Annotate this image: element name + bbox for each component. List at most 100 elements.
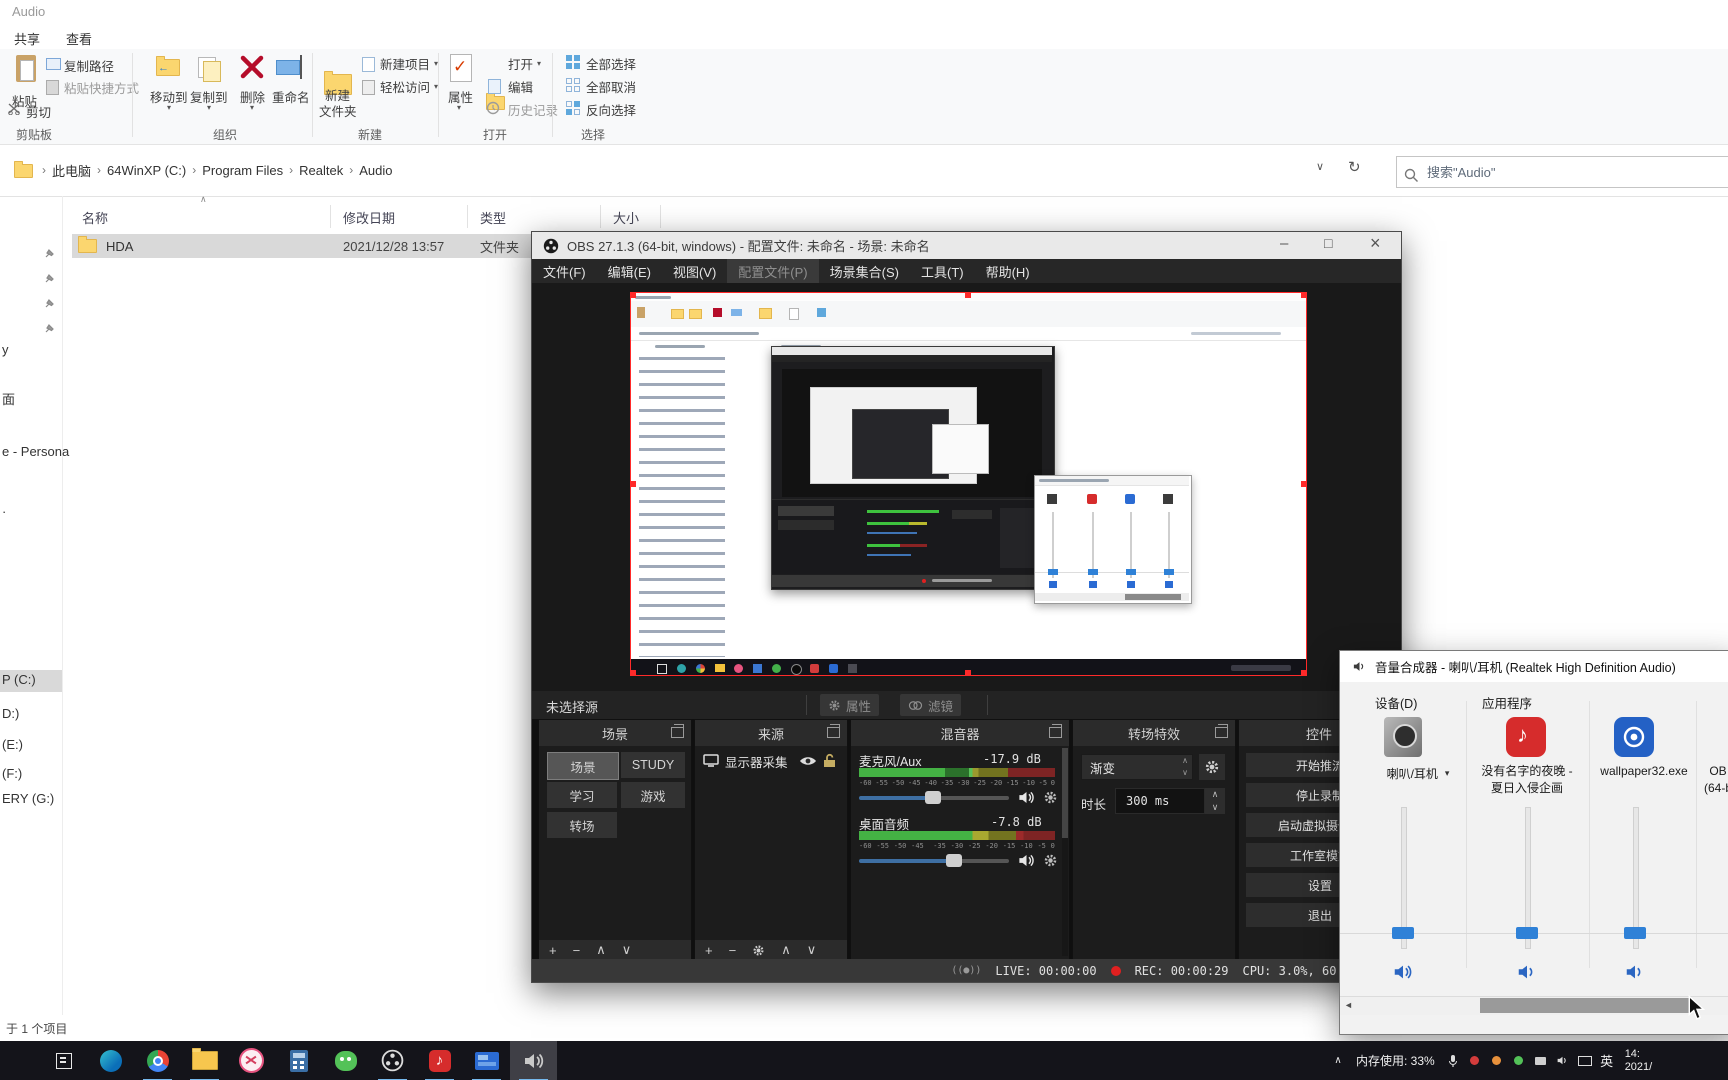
breadcrumb-realtek[interactable]: Realtek: [295, 163, 347, 178]
mixer-ch2-speaker-icon[interactable]: [1017, 851, 1036, 870]
wallpaper-engine-icon[interactable]: [463, 1041, 510, 1080]
scene-button[interactable]: 游戏: [621, 782, 685, 808]
source-row[interactable]: 显示器采集: [695, 748, 845, 774]
source-down-button[interactable]: ∨: [807, 942, 817, 958]
calculator-icon[interactable]: [275, 1041, 322, 1080]
tray-ime-indicator[interactable]: 英: [1597, 1053, 1617, 1069]
breadcrumb-program-files[interactable]: Program Files: [198, 163, 287, 178]
duration-input[interactable]: 300 ms: [1115, 788, 1205, 814]
tray-memory-usage[interactable]: 内存使用: 33%: [1356, 1052, 1435, 1069]
mixer-ch2-slider[interactable]: [859, 859, 1009, 863]
vm-scrollbar[interactable]: ◄: [1340, 996, 1728, 1015]
tray-keyboard-icon[interactable]: [1575, 1053, 1595, 1069]
rename-button[interactable]: 重命名: [272, 87, 310, 106]
start-button[interactable]: [40, 1041, 87, 1080]
vm-app1-slider-handle[interactable]: [1516, 927, 1538, 939]
vm-device-mute-button[interactable]: [1392, 961, 1414, 983]
scene-button[interactable]: STUDY: [621, 752, 685, 778]
mixer-ch2-slider-handle[interactable]: [946, 854, 962, 867]
selection-handle[interactable]: [631, 481, 636, 487]
filters-button[interactable]: 滤镜: [900, 694, 962, 716]
sidebar-item[interactable]: y: [2, 342, 9, 357]
paste-shortcut-button[interactable]: 粘贴快捷方式: [64, 78, 139, 97]
tray-clock[interactable]: 14: 2021/: [1625, 1048, 1665, 1074]
add-scene-button[interactable]: +: [549, 943, 557, 958]
breadcrumb-audio[interactable]: Audio: [355, 163, 396, 178]
selection-handle[interactable]: [631, 293, 636, 298]
selection-handle[interactable]: [965, 670, 971, 675]
selection-handle[interactable]: [631, 670, 636, 675]
popout-icon[interactable]: [1049, 724, 1062, 738]
column-date[interactable]: 修改日期: [343, 208, 395, 227]
eye-icon[interactable]: [799, 755, 817, 767]
column-size[interactable]: 大小: [613, 208, 639, 227]
transition-select[interactable]: 渐变 ∧ ∨: [1081, 754, 1193, 780]
mixer-ch1-gear-icon[interactable]: [1043, 790, 1058, 805]
open-button[interactable]: 打开: [508, 54, 533, 73]
history-button[interactable]: 历史记录: [508, 100, 558, 119]
scene-button[interactable]: 场景: [547, 752, 619, 780]
maximize-button[interactable]: □: [1324, 235, 1332, 251]
tray-speaker-icon[interactable]: [1553, 1053, 1573, 1069]
tray-wechat-icon[interactable]: [1509, 1053, 1529, 1069]
volume-mixer-taskbar-icon[interactable]: [510, 1040, 557, 1080]
popout-icon[interactable]: [827, 724, 840, 738]
tray-paw-icon[interactable]: [1487, 1053, 1507, 1069]
menu-file[interactable]: 文件(F): [532, 259, 597, 283]
selection-handle[interactable]: [965, 293, 971, 298]
remove-scene-button[interactable]: −: [573, 943, 581, 958]
copy-path-button[interactable]: 复制路径: [64, 56, 114, 75]
mixer-ch1-slider-handle[interactable]: [925, 791, 941, 804]
selection-handle[interactable]: [1301, 670, 1306, 675]
menu-scene-collection[interactable]: 场景集合(S): [819, 259, 910, 283]
scroll-left-arrow[interactable]: ◄: [1344, 1000, 1353, 1010]
chrome-icon[interactable]: [134, 1041, 181, 1080]
tray-rec-icon[interactable]: [1465, 1053, 1485, 1069]
search-input[interactable]: [1396, 156, 1728, 188]
column-type[interactable]: 类型: [480, 208, 506, 227]
menu-view[interactable]: 视图(V): [662, 259, 727, 283]
obs-titlebar[interactable]: OBS 27.1.3 (64-bit, windows) - 配置文件: 未命名…: [532, 232, 1401, 259]
sidebar-item[interactable]: D:): [2, 706, 19, 721]
mixer-ch1-speaker-icon[interactable]: [1017, 788, 1036, 807]
invert-selection-button[interactable]: 反向选择: [586, 100, 636, 119]
vm-app2-mute-button[interactable]: [1624, 961, 1646, 983]
breadcrumb-drive-c[interactable]: 64WinXP (C:): [103, 163, 190, 178]
menu-help[interactable]: 帮助(H): [975, 259, 1041, 283]
selection-handle[interactable]: [1301, 293, 1306, 298]
menu-tools[interactable]: 工具(T): [910, 259, 975, 283]
vm-app2-slider-handle[interactable]: [1624, 927, 1646, 939]
add-source-button[interactable]: +: [705, 943, 713, 958]
popout-icon[interactable]: [671, 724, 684, 738]
remove-source-button[interactable]: −: [729, 943, 737, 958]
scene-button[interactable]: 学习: [547, 782, 617, 808]
sidebar-item[interactable]: (F:): [2, 766, 22, 781]
cut-button[interactable]: 剪切: [26, 102, 51, 121]
scene-down-button[interactable]: ∨: [622, 942, 632, 958]
scene-button[interactable]: 转场: [547, 812, 617, 838]
properties-button[interactable]: 属性: [820, 694, 880, 716]
vm-app1-mute-button[interactable]: [1516, 961, 1538, 983]
sidebar-item[interactable]: e - Persona: [2, 444, 69, 459]
tab-view[interactable]: 查看: [66, 29, 92, 48]
sidebar-item[interactable]: ERY (G:): [2, 791, 54, 806]
source-gear-icon[interactable]: [752, 944, 765, 957]
source-up-button[interactable]: ∧: [781, 942, 791, 958]
select-spinner[interactable]: ∧ ∨: [1182, 755, 1188, 779]
tray-camera-icon[interactable]: [1531, 1053, 1551, 1069]
edit-button[interactable]: 编辑: [508, 77, 533, 96]
selection-handle[interactable]: [1301, 481, 1306, 487]
new-item-button[interactable]: 新建项目: [380, 54, 430, 73]
breadcrumb-this-pc[interactable]: 此电脑: [48, 161, 95, 180]
mixer-ch2-gear-icon[interactable]: [1043, 853, 1058, 868]
sidebar-item-drive-c[interactable]: P (C:): [0, 670, 62, 692]
sidebar-item[interactable]: (E:): [2, 737, 23, 752]
vm-titlebar[interactable]: 音量合成器 - 喇叭/耳机 (Realtek High Definition A…: [1340, 651, 1728, 682]
lock-icon[interactable]: [823, 753, 836, 768]
menu-profile[interactable]: 配置文件(P): [727, 259, 819, 283]
select-none-button[interactable]: 全部取消: [586, 77, 636, 96]
sidebar-item[interactable]: ·: [2, 504, 6, 519]
file-explorer-icon[interactable]: [181, 1041, 228, 1080]
netease-music-icon[interactable]: ♪: [416, 1041, 463, 1080]
address-dropdown-icon[interactable]: ∨: [1316, 160, 1324, 173]
